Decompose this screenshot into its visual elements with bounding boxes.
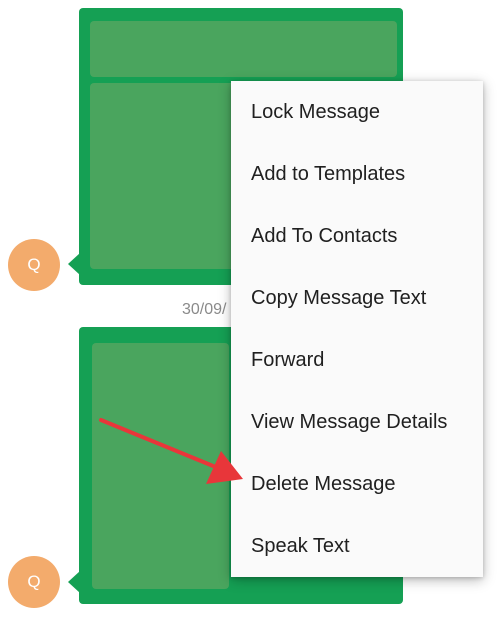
- message-attachment-placeholder: [90, 21, 397, 77]
- date-separator: 30/09/: [182, 301, 227, 318]
- message-bubble-tail: [68, 253, 80, 275]
- menu-item-speak-text[interactable]: Speak Text: [231, 515, 483, 577]
- context-menu: Lock Message Add to Templates Add To Con…: [231, 81, 483, 577]
- menu-item-lock-message[interactable]: Lock Message: [231, 81, 483, 143]
- avatar[interactable]: Q: [8, 556, 60, 608]
- menu-item-view-message-details[interactable]: View Message Details: [231, 391, 483, 453]
- menu-item-copy-message-text[interactable]: Copy Message Text: [231, 267, 483, 329]
- message-bubble-tail: [68, 571, 80, 593]
- menu-item-delete-message[interactable]: Delete Message: [231, 453, 483, 515]
- avatar[interactable]: Q: [8, 239, 60, 291]
- menu-item-forward[interactable]: Forward: [231, 329, 483, 391]
- message-attachment-placeholder: [92, 343, 229, 589]
- menu-item-add-to-templates[interactable]: Add to Templates: [231, 143, 483, 205]
- menu-item-add-to-contacts[interactable]: Add To Contacts: [231, 205, 483, 267]
